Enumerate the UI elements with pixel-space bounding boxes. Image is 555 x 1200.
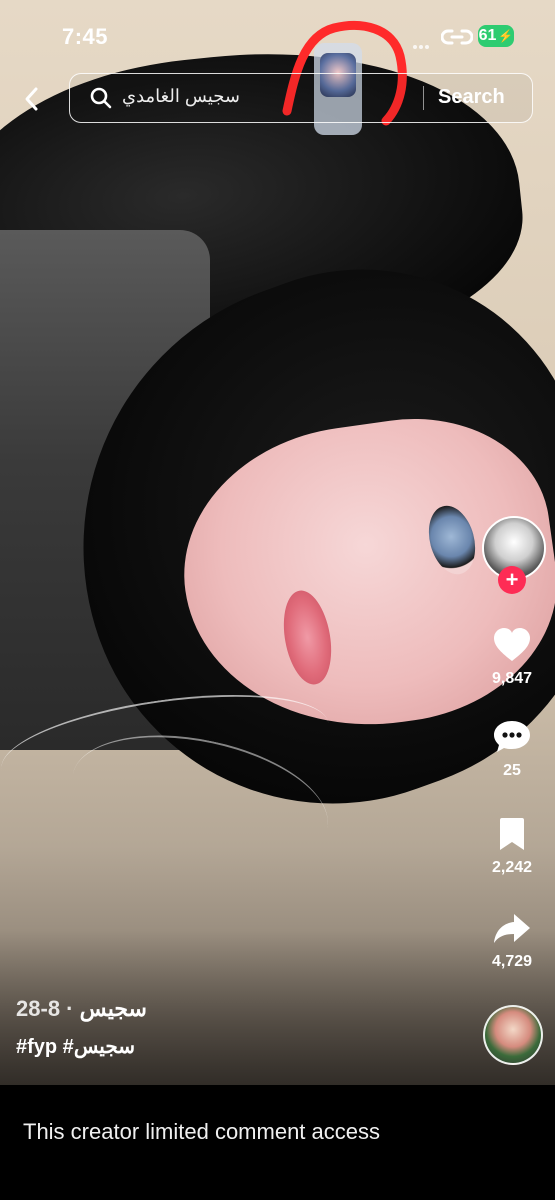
charging-bolt-icon: ⚡ bbox=[498, 29, 514, 43]
comment-count: 25 bbox=[503, 762, 521, 779]
comment-access-bar: This creator limited comment access bbox=[0, 1085, 555, 1200]
hashtags[interactable]: #fyp #سجيس bbox=[16, 1034, 436, 1059]
bookmark-icon bbox=[500, 818, 524, 850]
video-caption: سجيس · 8-28 #fyp #سجيس bbox=[16, 996, 436, 1059]
like-count: 9,847 bbox=[491, 670, 533, 687]
back-chevron-icon bbox=[25, 87, 38, 111]
comment-bubble-icon bbox=[494, 721, 530, 752]
search-icon bbox=[90, 87, 112, 109]
video-frame[interactable] bbox=[0, 0, 555, 1085]
battery-level: 61 bbox=[478, 27, 497, 44]
search-query-text[interactable]: سجيس الغامدي bbox=[122, 86, 240, 107]
comment-access-notice: This creator limited comment access bbox=[23, 1119, 380, 1144]
signal-dots-icon bbox=[413, 36, 433, 49]
like-button[interactable]: 9,847 bbox=[480, 627, 544, 688]
sound-disc[interactable] bbox=[483, 1005, 543, 1065]
status-bar: 7:45 61 ⚡ bbox=[0, 0, 555, 70]
search-divider bbox=[423, 86, 424, 110]
comment-button[interactable]: 25 bbox=[480, 719, 544, 780]
link-icon bbox=[441, 29, 473, 45]
follow-button[interactable]: + bbox=[498, 566, 526, 594]
share-arrow-icon bbox=[494, 914, 530, 943]
post-date: · 8-28 bbox=[16, 996, 74, 1021]
battery-indicator: 61 ⚡ bbox=[478, 25, 514, 47]
status-time: 7:45 bbox=[62, 24, 109, 49]
share-count: 4,729 bbox=[491, 953, 533, 970]
tiktok-video-screen: 7:45 61 ⚡ سجيس الغامدي Search + 9,847 25… bbox=[0, 0, 555, 1200]
search-bar[interactable]: سجيس الغامدي Search bbox=[69, 73, 533, 123]
author-name[interactable]: سجيس bbox=[80, 996, 147, 1021]
save-count: 2,242 bbox=[491, 859, 533, 876]
top-bar: سجيس الغامدي Search bbox=[0, 70, 555, 126]
heart-icon bbox=[494, 628, 530, 661]
share-button[interactable]: 4,729 bbox=[480, 910, 544, 971]
search-button[interactable]: Search bbox=[438, 86, 505, 109]
back-button[interactable] bbox=[17, 84, 47, 114]
save-button[interactable]: 2,242 bbox=[480, 816, 544, 877]
author-line: سجيس · 8-28 bbox=[16, 996, 436, 1022]
creator-avatar-button[interactable]: + bbox=[480, 514, 546, 594]
